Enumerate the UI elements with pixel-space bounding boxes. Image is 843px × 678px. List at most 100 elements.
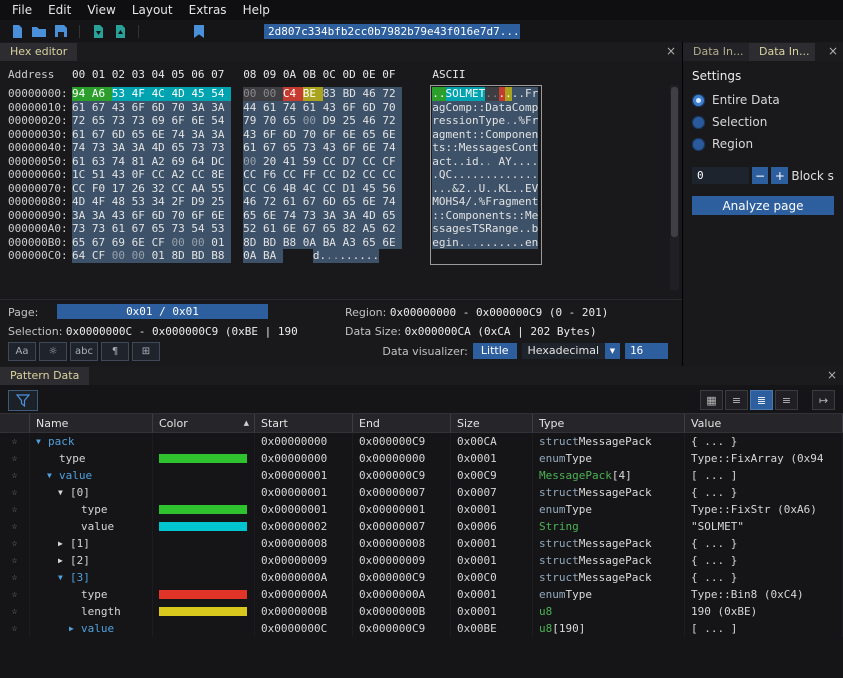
hex-byte-cell[interactable]: CC <box>362 168 382 182</box>
ascii-cell[interactable]: . <box>485 236 492 250</box>
hex-byte-cell[interactable]: 52 <box>243 222 263 236</box>
ascii-cell[interactable]: e <box>465 141 472 155</box>
ascii-cell[interactable]: p <box>465 101 472 115</box>
hex-byte-cell[interactable]: B8 <box>283 236 303 250</box>
ascii-cell[interactable]: V <box>532 182 539 196</box>
hex-byte-cell[interactable]: 61 <box>303 101 323 115</box>
ascii-cell[interactable]: . <box>505 114 512 128</box>
hex-byte-cell[interactable]: 67 <box>303 222 323 236</box>
hex-byte-cell[interactable]: 4B <box>283 182 303 196</box>
ascii-cell[interactable]: C <box>446 168 453 182</box>
hex-byte-cell[interactable]: 74 <box>72 141 92 155</box>
radio-option-entire-data[interactable]: Entire Data <box>692 93 835 107</box>
favorite-star-icon[interactable]: ☆ <box>11 538 17 549</box>
bookmark-icon[interactable] <box>188 23 210 40</box>
ascii-cell[interactable]: L <box>505 182 512 196</box>
hex-byte-cell[interactable]: 6E <box>283 222 303 236</box>
ascii-cell[interactable]: Y <box>505 155 512 169</box>
hex-byte-cell[interactable]: D2 <box>343 168 363 182</box>
hex-byte-cell[interactable]: 45 <box>191 87 211 101</box>
ascii-cell[interactable]: : <box>432 209 439 223</box>
ascii-cell[interactable]: . <box>485 87 492 101</box>
hex-byte-cell[interactable]: 70 <box>171 209 191 223</box>
hex-byte-cell[interactable]: 6E <box>362 195 382 209</box>
hex-byte-cell[interactable]: 00 <box>132 249 152 263</box>
hex-byte-cell[interactable]: 6D <box>283 128 303 142</box>
favorite-star-icon[interactable]: ☆ <box>11 572 17 583</box>
ascii-cell[interactable]: o <box>492 128 499 142</box>
ascii-cell[interactable]: t <box>465 128 472 142</box>
ascii-cell[interactable]: a <box>432 101 439 115</box>
hex-byte-cell[interactable]: 73 <box>72 222 92 236</box>
row-name[interactable]: pack <box>48 435 75 448</box>
tab-data-information-1[interactable]: Data In... <box>683 43 749 61</box>
row-name[interactable]: value <box>81 622 114 635</box>
hex-byte-cell[interactable]: 32 <box>152 182 172 196</box>
ascii-cell[interactable]: o <box>452 101 459 115</box>
menu-item-edit[interactable]: Edit <box>40 1 79 19</box>
hex-byte-cell[interactable]: 61 <box>283 195 303 209</box>
ascii-cell[interactable]: p <box>532 101 539 115</box>
hex-byte-cell[interactable]: 4D <box>72 195 92 209</box>
hex-byte-cell[interactable]: 83 <box>323 87 343 101</box>
hex-byte-cell[interactable]: CC <box>171 182 191 196</box>
hex-byte-cell[interactable]: 6F <box>191 209 211 223</box>
ascii-cell[interactable]: n <box>499 222 506 236</box>
ascii-cell[interactable]: g <box>452 222 459 236</box>
hex-byte-cell[interactable]: 51 <box>92 168 112 182</box>
save-icon[interactable] <box>50 23 72 40</box>
ascii-cell[interactable]: n <box>518 128 525 142</box>
ascii-cell[interactable]: s <box>465 222 472 236</box>
row-name[interactable]: length <box>81 605 121 618</box>
ascii-cell[interactable]: . <box>359 249 366 263</box>
ascii-cell[interactable]: o <box>472 209 479 223</box>
hex-byte-cell[interactable]: CC <box>243 182 263 196</box>
ascii-cell[interactable]: . <box>525 222 532 236</box>
hex-byte-cell[interactable]: 67 <box>303 195 323 209</box>
ascii-cell[interactable]: r <box>532 87 539 101</box>
hex-byte-cell[interactable]: 46 <box>243 195 263 209</box>
hex-byte-cell[interactable]: 61 <box>263 101 283 115</box>
hex-byte-cell[interactable]: 43 <box>323 101 343 115</box>
menu-item-help[interactable]: Help <box>235 1 278 19</box>
ascii-cell[interactable]: . <box>432 168 439 182</box>
hex-byte-cell[interactable]: 6F <box>343 141 363 155</box>
hex-byte-cell[interactable]: 65 <box>323 222 343 236</box>
increment-button[interactable]: + <box>771 167 788 184</box>
color-swatch[interactable] <box>159 590 247 599</box>
ascii-cell[interactable]: e <box>512 222 519 236</box>
hex-byte-cell[interactable]: 17 <box>112 182 132 196</box>
hex-byte-cell[interactable]: 46 <box>362 114 382 128</box>
tree-collapsed-icon[interactable]: ▶ <box>69 624 81 633</box>
ascii-cell[interactable]: : <box>512 209 519 223</box>
favorite-star-icon[interactable]: ☆ <box>11 470 17 481</box>
ascii-cell[interactable]: a <box>492 222 499 236</box>
tree-collapsed-icon[interactable]: ▶ <box>58 539 70 548</box>
ascii-cell[interactable]: . <box>472 236 479 250</box>
ascii-cell[interactable]: : <box>446 141 453 155</box>
hex-byte-cell[interactable]: 4C <box>152 87 172 101</box>
ascii-cell[interactable]: g <box>439 101 446 115</box>
hex-byte-cell[interactable]: CC <box>323 168 343 182</box>
ascii-cell[interactable]: . <box>532 168 539 182</box>
hex-byte-cell[interactable]: 73 <box>303 141 323 155</box>
hex-byte-cell[interactable]: 3A <box>343 209 363 223</box>
hex-byte-cell[interactable]: CF <box>92 249 112 263</box>
favorite-star-icon[interactable]: ☆ <box>11 487 17 498</box>
ascii-cell[interactable]: . <box>518 87 525 101</box>
hex-byte-cell[interactable]: C4 <box>283 87 303 101</box>
close-icon[interactable]: × <box>826 368 838 382</box>
ascii-cell[interactable]: C <box>446 209 453 223</box>
hex-byte-cell[interactable]: 56 <box>382 182 402 196</box>
ascii-cell[interactable]: . <box>532 155 539 169</box>
page-slider[interactable]: 0x01 / 0x01 <box>57 304 268 319</box>
ascii-cell[interactable]: : <box>472 101 479 115</box>
ascii-cell[interactable]: T <box>479 87 486 101</box>
hex-byte-cell[interactable]: 3A <box>92 209 112 223</box>
ascii-cell[interactable]: s <box>439 141 446 155</box>
hex-byte-cell[interactable]: 69 <box>171 155 191 169</box>
close-icon[interactable]: × <box>827 44 839 58</box>
ascii-cell[interactable]: F <box>485 195 492 209</box>
hex-byte-cell[interactable]: 43 <box>112 168 132 182</box>
ascii-cell[interactable]: T <box>472 222 479 236</box>
